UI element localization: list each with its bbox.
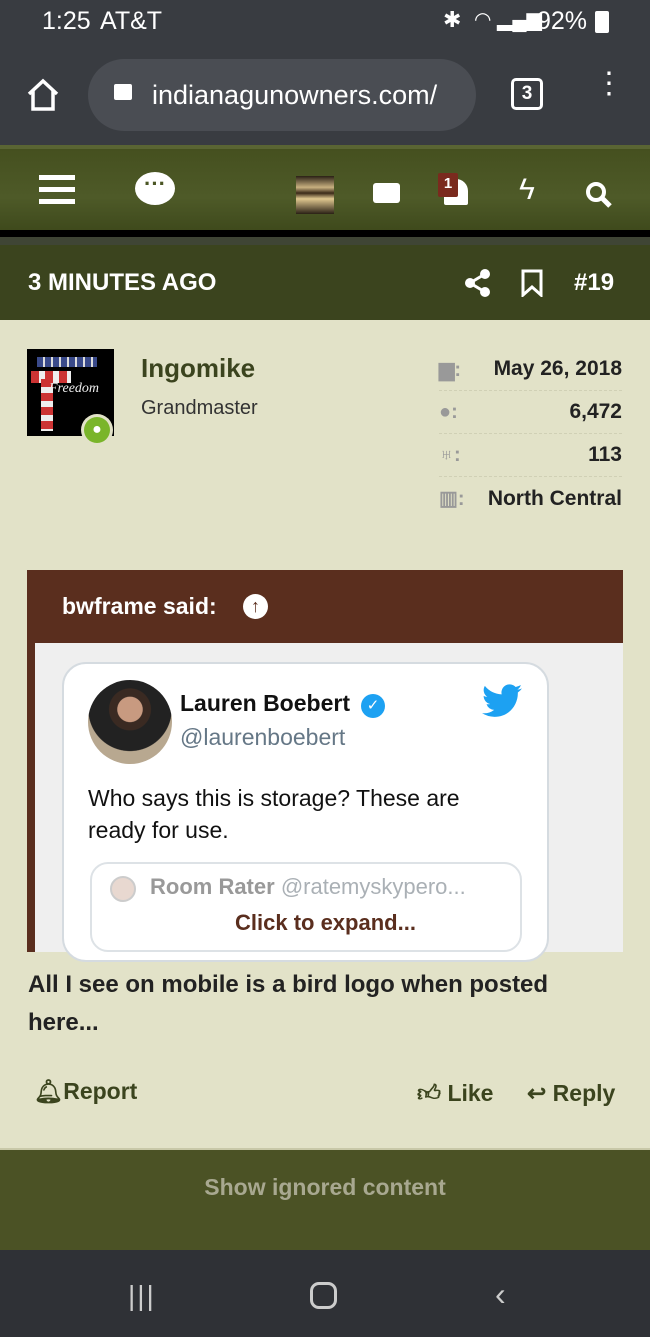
- battery-icon: [595, 11, 609, 33]
- reply-icon: ↩: [527, 1080, 547, 1106]
- stat-joined: ▆: May 26, 2018: [439, 348, 622, 391]
- stat-location: ▥: North Central: [439, 477, 622, 520]
- online-indicator: ●: [81, 414, 113, 446]
- android-nav-bar: ||| ‹: [0, 1250, 650, 1337]
- bluetooth-icon: ✱: [443, 7, 462, 32]
- share-icon[interactable]: [465, 269, 491, 297]
- lock-icon: [114, 84, 132, 100]
- status-time: 1:25: [42, 7, 91, 35]
- ignored-content-bar: Show ignored content: [0, 1148, 650, 1250]
- wifi-signal-icon: ◠ ▂▄▆: [474, 9, 542, 31]
- arrow-up-icon[interactable]: ↑: [243, 594, 268, 619]
- url-text: indianagunowners.com/: [152, 80, 438, 110]
- envelope-icon[interactable]: [373, 183, 400, 203]
- quoted-avatar: [110, 876, 136, 902]
- thumbs-up-icon: 👍︎: [417, 1080, 442, 1106]
- comments-icon: ●:: [439, 400, 458, 423]
- quoted-tweet: Room Rater @ratemyskypero...: [90, 862, 522, 952]
- reply-button[interactable]: ↩ Reply: [527, 1080, 615, 1107]
- divider: [0, 230, 650, 245]
- show-ignored-button[interactable]: Show ignored content: [0, 1174, 650, 1201]
- username[interactable]: Ingomike: [141, 353, 255, 384]
- bolt-icon[interactable]: ϟ: [514, 173, 540, 207]
- stat-reactions: ♅: 113: [439, 434, 622, 477]
- post-number[interactable]: #19: [574, 269, 614, 297]
- url-bar[interactable]: indianagunowners.com/: [88, 59, 476, 131]
- stat-messages: ●: 6,472: [439, 391, 622, 434]
- home-icon[interactable]: [26, 78, 60, 112]
- battery-percent: 92%: [537, 7, 588, 35]
- browser-toolbar: indianagunowners.com/ 3 ⋮: [0, 45, 650, 145]
- like-button[interactable]: 👍︎ Like: [417, 1080, 493, 1108]
- user-title: Grandmaster: [141, 397, 258, 419]
- quoted-handle: @ratemyskypero...: [280, 874, 466, 899]
- twitter-bird-icon: [482, 684, 522, 717]
- post-header: 3 MINUTES AGO #19: [0, 245, 650, 320]
- status-bar: 1:25 AT&T ✱ ◠ ▂▄▆ 92%: [0, 0, 650, 45]
- expand-link[interactable]: Click to expand...: [235, 910, 416, 936]
- tweet-avatar: [88, 680, 172, 764]
- stat-value: North Central: [487, 486, 622, 510]
- quote-block: bwframe said: ↑ Lauren Boebert ✓ @lauren…: [27, 570, 623, 962]
- bookmark-icon[interactable]: [521, 269, 543, 297]
- map-icon: ▥:: [439, 488, 465, 510]
- report-label: Report: [63, 1078, 138, 1104]
- site-nav: ··· 1 ϟ: [0, 145, 650, 230]
- stat-value: 113: [588, 443, 622, 466]
- quote-author[interactable]: bwframe said:: [62, 593, 217, 619]
- menu-icon[interactable]: [39, 175, 75, 204]
- recent-apps-button[interactable]: |||: [128, 1280, 156, 1312]
- report-button[interactable]: 🔔︎Report: [34, 1078, 137, 1105]
- verified-icon: ✓: [361, 694, 385, 718]
- user-avatar[interactable]: [296, 176, 334, 214]
- tweet-handle: @laurenboebert: [180, 724, 346, 750]
- trophy-icon: ♅:: [439, 443, 461, 466]
- stat-value: May 26, 2018: [493, 357, 622, 380]
- calendar-icon: ▆:: [439, 358, 462, 381]
- more-menu-icon[interactable]: ⋮: [594, 69, 624, 99]
- quote-header[interactable]: bwframe said: ↑: [35, 570, 623, 643]
- post-time[interactable]: 3 MINUTES AGO: [28, 269, 216, 297]
- tweet-text: Who says this is storage? These are read…: [88, 785, 460, 843]
- like-label: Like: [447, 1080, 494, 1106]
- tweet-name: Lauren Boebert: [180, 690, 350, 716]
- avatar-text: Freedom: [49, 381, 100, 396]
- post-body: All I see on mobile is a bird logo when …: [28, 971, 549, 1036]
- status-carrier: AT&T: [100, 7, 163, 35]
- home-button[interactable]: [310, 1282, 337, 1309]
- tabs-button[interactable]: 3: [511, 78, 543, 110]
- notification-badge: 1: [438, 173, 458, 197]
- search-icon[interactable]: [585, 181, 613, 209]
- chat-icon[interactable]: ···: [135, 172, 175, 205]
- reply-label: Reply: [552, 1080, 616, 1106]
- quoted-name: Room Rater: [150, 874, 275, 899]
- stat-value: 6,472: [569, 400, 622, 423]
- bell-icon: 🔔︎: [34, 1078, 64, 1104]
- back-button[interactable]: ‹: [495, 1276, 506, 1313]
